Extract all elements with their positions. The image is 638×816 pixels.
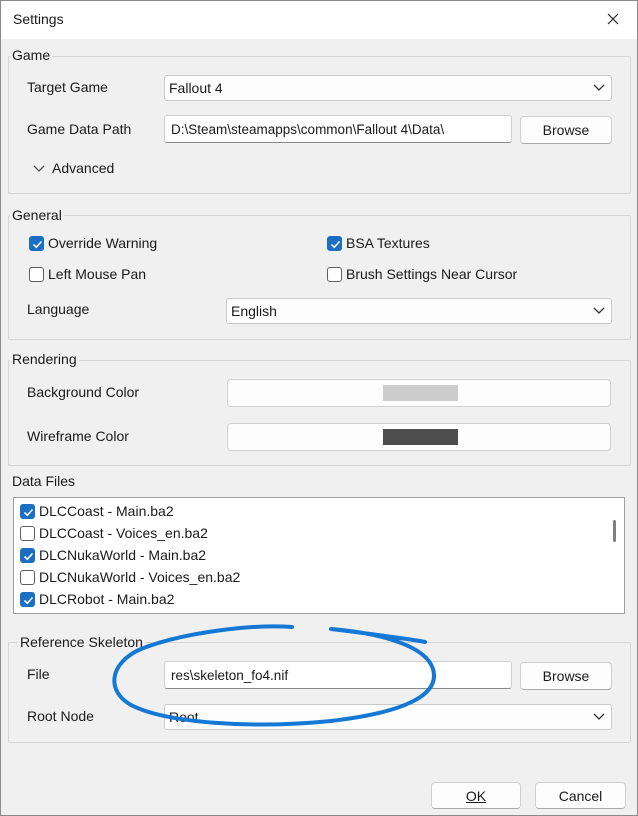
ok-button[interactable]: OK	[431, 782, 521, 809]
general-group-legend: General	[10, 207, 64, 223]
background-color-swatch	[383, 385, 458, 401]
ok-label: OK	[465, 788, 487, 804]
data-file-item[interactable]: DLCCoast - Voices_en.ba2	[18, 524, 598, 544]
brush-settings-near-cursor-label: Brush Settings Near Cursor	[346, 266, 518, 282]
target-game-select[interactable]: Fallout 4	[164, 75, 612, 101]
checkbox-checked-icon[interactable]	[20, 548, 35, 563]
override-warning-checkbox[interactable]: Override Warning	[29, 235, 229, 253]
advanced-label: Advanced	[52, 160, 115, 176]
wireframe-color-swatch	[383, 429, 458, 445]
override-warning-label: Override Warning	[48, 235, 158, 251]
left-mouse-pan-checkbox[interactable]: Left Mouse Pan	[29, 266, 229, 284]
advanced-expander[interactable]: Advanced	[31, 158, 131, 178]
language-select[interactable]: English	[226, 298, 612, 324]
game-data-path-input[interactable]: D:\Steam\steamapps\common\Fallout 4\Data…	[164, 115, 512, 143]
checkbox-checked-icon	[327, 236, 342, 251]
data-file-label: DLCNukaWorld - Main.ba2	[39, 547, 207, 563]
cancel-button[interactable]: Cancel	[535, 782, 626, 809]
window-title: Settings	[13, 11, 64, 27]
data-file-label: DLCCoast - Main.ba2	[39, 503, 174, 519]
settings-dialog: Settings Game Target Game Fallout 4 Game…	[0, 0, 638, 816]
chevron-down-icon	[33, 165, 45, 172]
skeleton-file-input[interactable]: res\skeleton_fo4.nif	[164, 661, 512, 689]
scrollbar[interactable]	[608, 500, 622, 611]
scroll-thumb[interactable]	[613, 520, 616, 542]
checkbox-unchecked-icon	[29, 267, 44, 282]
close-icon[interactable]	[603, 9, 623, 29]
chevron-down-icon	[593, 307, 605, 314]
data-files-list[interactable]: DLCCoast - Main.ba2 DLCCoast - Voices_en.…	[13, 497, 625, 614]
wireframe-color-picker[interactable]	[227, 423, 611, 451]
background-color-label: Background Color	[27, 384, 140, 400]
target-game-label: Target Game	[27, 79, 108, 95]
skeleton-browse-button[interactable]: Browse	[520, 662, 612, 690]
brush-settings-near-cursor-checkbox[interactable]: Brush Settings Near Cursor	[327, 266, 547, 284]
chevron-down-icon	[593, 84, 605, 91]
root-node-select[interactable]: Root	[164, 704, 612, 730]
rendering-group-legend: Rendering	[10, 351, 79, 367]
skeleton-browse-label: Browse	[542, 668, 590, 684]
data-file-item[interactable]: DLCNukaWorld - Voices_en.ba2	[18, 568, 598, 588]
title-bar: Settings	[1, 1, 637, 39]
data-file-label: DLCCoast - Voices_en.ba2	[39, 525, 208, 541]
background-color-picker[interactable]	[227, 379, 611, 407]
left-mouse-pan-label: Left Mouse Pan	[48, 266, 147, 282]
checkbox-unchecked-icon[interactable]	[20, 570, 35, 585]
checkbox-checked-icon[interactable]	[20, 592, 35, 607]
language-label: Language	[27, 301, 90, 317]
data-file-label: DLCRobot - Main.ba2	[39, 591, 175, 607]
data-file-item[interactable]: DLCCoast - Main.ba2	[18, 502, 598, 522]
root-node-value: Root	[169, 709, 199, 725]
game-browse-label: Browse	[542, 122, 590, 138]
checkbox-checked-icon	[29, 236, 44, 251]
data-files-legend: Data Files	[10, 473, 78, 489]
language-value: English	[231, 303, 277, 319]
game-data-path-value: D:\Steam\steamapps\common\Fallout 4\Data…	[171, 122, 445, 137]
skeleton-file-value: res\skeleton_fo4.nif	[171, 668, 289, 683]
data-file-item[interactable]: DLCRobot - Main.ba2	[18, 590, 598, 610]
bsa-textures-label: BSA Textures	[346, 235, 430, 251]
skeleton-file-label: File	[27, 666, 50, 682]
bsa-textures-checkbox[interactable]: BSA Textures	[327, 235, 527, 253]
game-group-legend: Game	[10, 47, 53, 63]
reference-skeleton-legend: Reference Skeleton	[18, 634, 145, 650]
game-data-path-label: Game Data Path	[27, 121, 132, 137]
checkbox-unchecked-icon[interactable]	[20, 526, 35, 541]
chevron-down-icon	[593, 713, 605, 720]
target-game-value: Fallout 4	[169, 80, 223, 96]
cancel-label: Cancel	[558, 788, 603, 804]
data-file-label: DLCNukaWorld - Voices_en.ba2	[39, 569, 241, 585]
root-node-label: Root Node	[27, 708, 94, 724]
checkbox-unchecked-icon	[327, 267, 342, 282]
wireframe-color-label: Wireframe Color	[27, 428, 129, 444]
checkbox-checked-icon[interactable]	[20, 504, 35, 519]
data-file-item[interactable]: DLCNukaWorld - Main.ba2	[18, 546, 598, 566]
game-browse-button[interactable]: Browse	[520, 116, 612, 144]
